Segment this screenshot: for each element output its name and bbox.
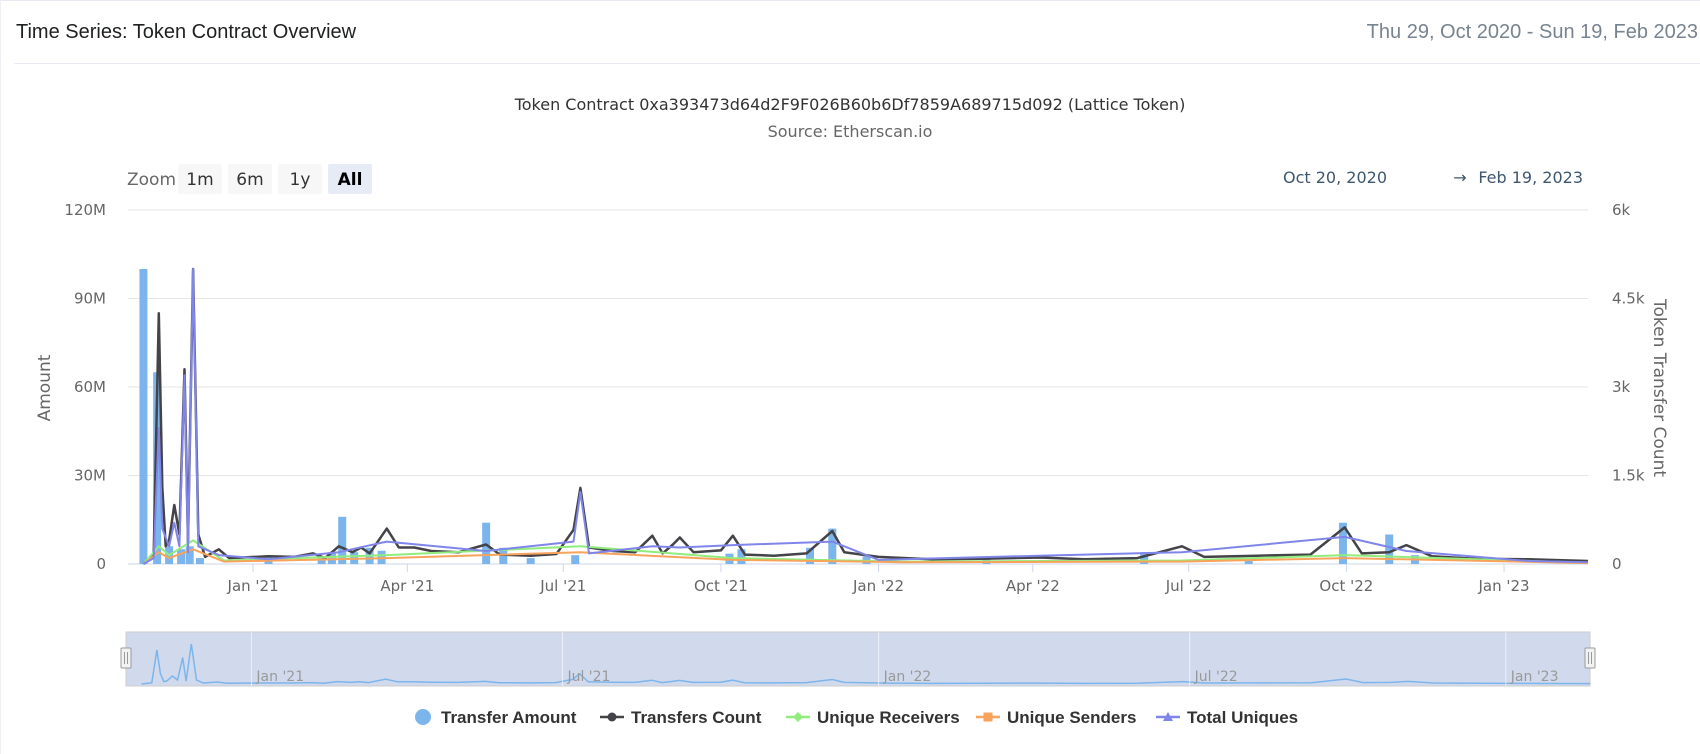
x-axis: Jan '21 Apr '21 Jul '21 Oct '21 Jan '22 Apr '… <box>128 563 1588 595</box>
range-from[interactable]: Oct 20, 2020 <box>1283 168 1387 187</box>
y-right-tick-label: 0 <box>1612 555 1622 573</box>
legend-label: Unique Senders <box>1007 708 1136 727</box>
y-left-tick-label: 90M <box>74 290 106 308</box>
series-line <box>142 268 1589 565</box>
y-left-axis: 0 30M 60M 90M 120M <box>64 201 106 573</box>
y-left-axis-title: Amount <box>35 354 55 421</box>
zoom-label: Zoom <box>127 170 176 190</box>
x-tick-label: Jan '22 <box>852 577 904 595</box>
y-left-tick-label: 0 <box>96 555 106 573</box>
y-right-tick-label: 3k <box>1612 378 1631 396</box>
chart-subtitle: Source: Etherscan.io <box>768 122 933 141</box>
chart-svg: Token Contract 0xa393473d64d2F9F026B60b6… <box>35 95 1669 727</box>
legend-label: Unique Receivers <box>817 708 960 727</box>
navigator-handle-right[interactable] <box>1584 647 1596 669</box>
range-arrow: → <box>1453 168 1466 187</box>
zoom-all-button[interactable]: All <box>328 164 372 194</box>
navigator[interactable]: Jan '21 Jul '21 Jan '22 Jul '22 Jan '23 <box>120 631 1596 687</box>
series-transfers-count <box>142 267 1589 565</box>
legend-item-unique-senders[interactable]: Unique Senders <box>976 708 1136 727</box>
y-right-tick-label: 1.5k <box>1612 467 1645 485</box>
legend-item-unique-receivers[interactable]: Unique Receivers <box>786 708 960 727</box>
legend-marker-circle <box>607 712 617 722</box>
zoom-6m-label: 6m <box>236 170 263 190</box>
navigator-label: Jan '23 <box>1510 669 1559 685</box>
x-tick-label: Jul '21 <box>539 577 586 595</box>
zoom-6m-button[interactable]: 6m <box>228 164 272 194</box>
legend-marker-circle <box>415 709 431 725</box>
transfer-amount-bar <box>177 549 186 564</box>
navigator-label: Jan '21 <box>255 669 304 685</box>
x-tick-label: Apr '22 <box>1006 577 1060 595</box>
chart-title: Token Contract 0xa393473d64d2F9F026B60b6… <box>514 95 1186 114</box>
zoom-1y-button[interactable]: 1y <box>278 164 322 194</box>
series-total-uniques <box>142 268 1589 565</box>
legend-label: Total Uniques <box>1187 708 1298 727</box>
transfer-amount-bar <box>139 269 148 564</box>
legend-label: Transfers Count <box>631 708 762 727</box>
series-line <box>142 267 1589 565</box>
zoom-1m-button[interactable]: 1m <box>178 164 222 194</box>
y-right-tick-label: 4.5k <box>1612 290 1645 308</box>
x-tick-label: Jan '21 <box>227 577 279 595</box>
grid-lines <box>128 209 1588 565</box>
legend-item-total-uniques[interactable]: Total Uniques <box>1156 708 1298 727</box>
y-right-axis-title: Token Transfer Count <box>1649 298 1669 477</box>
transfer-amount-bar <box>571 555 580 564</box>
zoom-1m-label: 1m <box>186 170 213 190</box>
plot-area <box>139 267 1589 565</box>
y-right-tick-label: 6k <box>1612 201 1631 219</box>
x-tick-label: Apr '21 <box>380 577 434 595</box>
legend: Transfer Amount Transfers Count Unique Rec… <box>415 708 1298 727</box>
y-left-tick-label: 120M <box>64 201 106 219</box>
y-right-axis: 0 1.5k 3k 4.5k 6k <box>1612 201 1645 573</box>
legend-label: Transfer Amount <box>441 708 577 727</box>
range-to[interactable]: Feb 19, 2023 <box>1478 168 1583 187</box>
legend-marker-diamond <box>793 712 803 722</box>
legend-item-transfer-amount[interactable]: Transfer Amount <box>415 708 577 727</box>
navigator-label: Jan '22 <box>883 669 932 685</box>
y-left-tick-label: 60M <box>74 378 106 396</box>
navigator-label: Jul '21 <box>566 669 610 685</box>
x-tick-label: Oct '21 <box>694 577 748 595</box>
y-left-tick-label: 30M <box>74 467 106 485</box>
zoom-all-label: All <box>338 170 363 190</box>
series-transfer-amount <box>139 269 1419 564</box>
transfer-amount-bar <box>195 558 204 564</box>
navigator-selection <box>125 631 1591 687</box>
zoom-1y-label: 1y <box>290 170 311 190</box>
x-tick-label: Oct '22 <box>1319 577 1373 595</box>
legend-marker-square <box>983 712 993 722</box>
navigator-label: Jul '22 <box>1194 669 1238 685</box>
legend-item-transfers-count[interactable]: Transfers Count <box>600 708 762 727</box>
transfer-amount-bar <box>526 558 535 564</box>
x-tick-label: Jan '23 <box>1477 577 1529 595</box>
x-tick-label: Jul '22 <box>1165 577 1212 595</box>
navigator-handle-left[interactable] <box>120 647 132 669</box>
